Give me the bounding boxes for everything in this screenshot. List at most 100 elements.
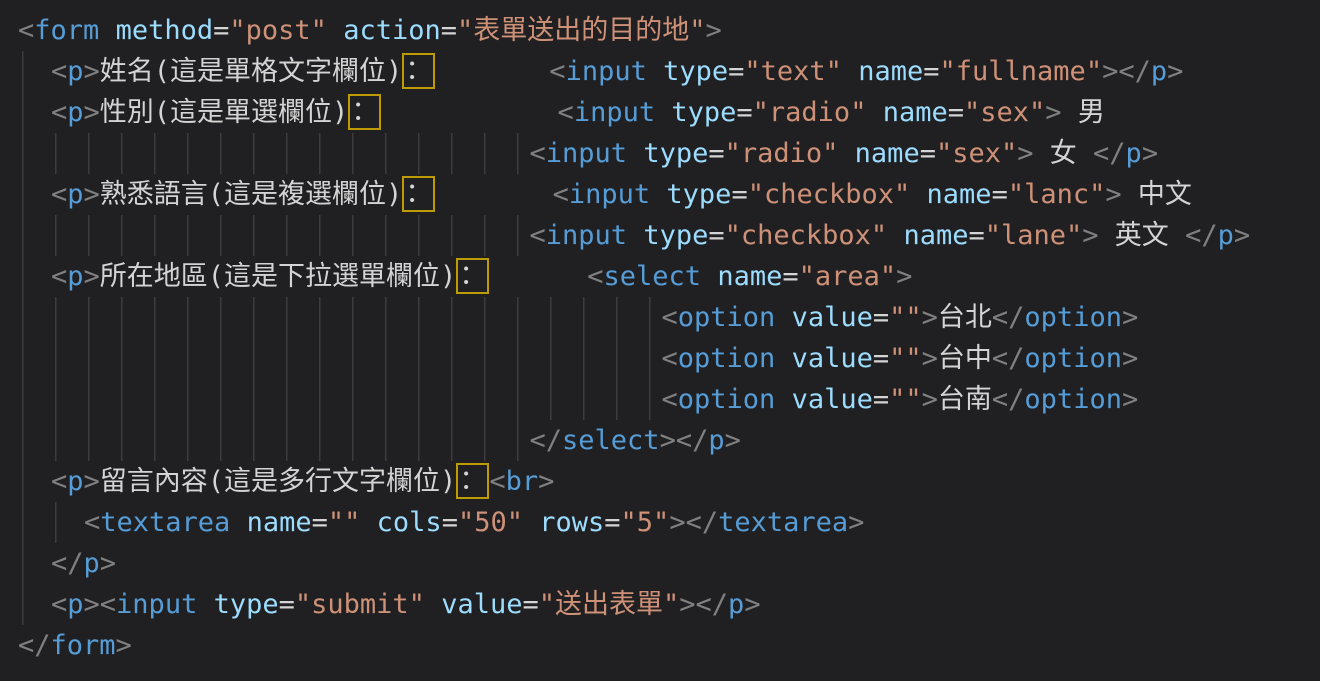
code-line[interactable]: <p>熟悉語言(這是複選欄位)：<input type="checkbox" n… [18,174,1320,215]
code-line[interactable]: <p>留言內容(這是多行文字欄位)：<br> [18,461,1320,502]
code-token: 男 [1062,97,1105,128]
code-token: value [792,302,873,333]
code-token: form [34,15,99,46]
code-line-tail: <input type="radio" name="sex"> 男 [558,92,1105,133]
code-token: </ [18,630,51,661]
code-token: "fullname" [940,56,1103,87]
code-token: "text" [744,56,842,87]
code-token: select [562,425,660,456]
code-token: = [992,179,1008,210]
code-token: name [855,138,920,169]
code-token: name [247,507,312,538]
code-line[interactable]: <option value="">台北</option> [18,297,1320,338]
code-token: type [666,179,731,210]
code-token: > [896,261,912,292]
code-token [230,507,246,538]
code-token: ></ [669,507,718,538]
code-token: < [84,507,100,538]
code-token: </ [1185,220,1218,251]
code-token: name [717,261,782,292]
code-token: name [858,56,923,87]
code-token: p [1126,138,1142,169]
code-token: 女 [1034,138,1094,169]
code-token: ></ [1102,56,1151,87]
code-token: < [553,179,569,210]
indent-guide [18,584,51,625]
code-line-tail: <input type="checkbox" name="lanc"> 中文 [553,174,1192,215]
code-token: > [116,630,132,661]
indent-guide [18,502,84,543]
code-token: 英文 [1099,220,1186,251]
unicode-highlight-box: ： [402,53,435,89]
code-token: textarea [718,507,848,538]
code-token: input [566,56,647,87]
unicode-highlight-box: ： [402,176,435,212]
code-token: = [728,56,744,87]
code-token: < [51,97,67,128]
code-token: = [604,507,620,538]
code-line[interactable]: <option value="">台南</option> [18,379,1320,420]
code-token: "post" [229,15,327,46]
code-token: < [18,15,34,46]
code-token: > [538,466,554,497]
code-token: "" [328,507,361,538]
indent-guide [18,543,51,584]
code-token: 性別(這是單選欄位) [100,97,349,128]
code-token [360,507,376,538]
code-token: "" [889,343,922,374]
indent-guide [18,420,530,461]
code-token: p [1151,56,1167,87]
code-token: "lanc" [1008,179,1106,210]
code-token: p [67,589,83,620]
code-line[interactable]: <textarea name="" cols="50" rows="5"></t… [18,502,1320,543]
code-token: value [441,589,522,620]
code-line[interactable]: <p>所在地區(這是下拉選單欄位)：<select name="area"> [18,256,1320,297]
code-line[interactable]: <input type="radio" name="sex"> 女 </p> [18,133,1320,174]
indent-guide [18,461,51,502]
code-token: ></ [679,589,728,620]
code-token: 所在地區(這是下拉選單欄位) [100,261,457,292]
code-token: < [662,384,678,415]
code-token [701,261,717,292]
indent-guide [18,297,662,338]
indent-guide [18,174,51,215]
code-token: > [1234,220,1250,251]
code-token: "checkbox" [725,220,888,251]
code-token [627,138,643,169]
code-token: < [51,466,67,497]
code-token [842,56,858,87]
code-token: = [948,97,964,128]
code-token: = [873,384,889,415]
code-line[interactable]: <input type="checkbox" name="lane"> 英文 <… [18,215,1320,256]
code-token: type [643,138,708,169]
code-token: ></ [660,425,709,456]
code-token: 台南 [938,384,992,415]
code-token: < [662,302,678,333]
code-line[interactable]: <option value="">台中</option> [18,338,1320,379]
code-token: 姓名(這是單格文字欄位) [100,56,403,87]
code-token: > [922,384,938,415]
code-line[interactable]: </form> [18,625,1320,666]
code-line[interactable]: <p><input type="submit" value="送出表單"></p… [18,584,1320,625]
indent-guide [18,256,51,297]
code-line[interactable]: <p>性別(這是單選欄位)：<input type="radio" name="… [18,92,1320,133]
code-token: "radio" [725,138,839,169]
code-token: < [51,589,67,620]
code-token: p [67,179,83,210]
code-token: > [1122,302,1138,333]
code-token: >< [84,589,117,620]
code-editor[interactable]: <form method="post" action="表單送出的目的地"><p… [0,0,1320,681]
code-token: rows [539,507,604,538]
code-token: p [67,466,83,497]
code-token: > [84,56,100,87]
code-line[interactable]: </p> [18,543,1320,584]
code-token: type [663,56,728,87]
code-line[interactable]: </select></p> [18,420,1320,461]
code-token [866,97,882,128]
code-token: = [873,343,889,374]
code-token: p [728,589,744,620]
code-token: </ [992,384,1025,415]
code-token: > [1142,138,1158,169]
code-line[interactable]: <p>姓名(這是單格文字欄位)：<input type="text" name=… [18,51,1320,92]
code-line[interactable]: <form method="post" action="表單送出的目的地"> [18,10,1320,51]
